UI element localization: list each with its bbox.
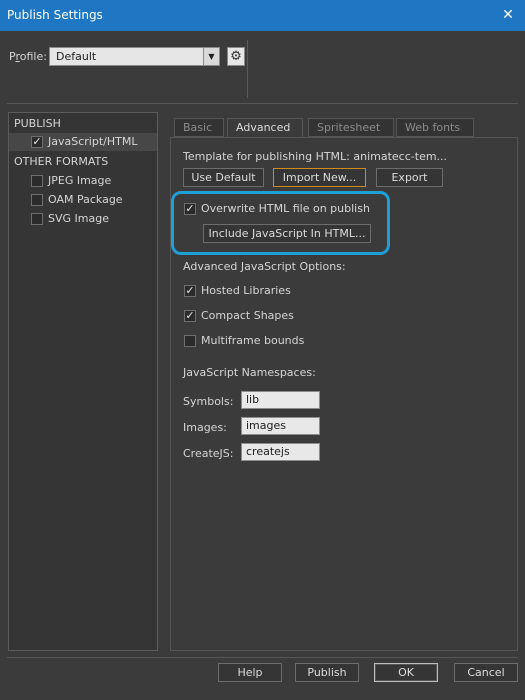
divider [7,103,518,104]
divider [7,657,518,658]
symbols-field[interactable]: lib [241,391,320,409]
format-item-label: JPEG Image [48,174,112,187]
option-label: Compact Shapes [201,309,294,322]
include-javascript-button[interactable]: Include JavaScript In HTML... [203,224,371,243]
hosted-libraries-checkbox[interactable]: ✓ [184,285,196,297]
tab-spritesheet[interactable]: Spritesheet [308,118,394,137]
highlight-ring [171,191,390,255]
multiframe-bounds-checkbox[interactable] [184,335,196,347]
svg-checkbox[interactable] [31,213,43,225]
profile-label: Profile: [9,50,47,63]
window-title: Publish Settings [7,8,103,22]
export-button[interactable]: Export [376,168,443,187]
oam-checkbox[interactable] [31,194,43,206]
profile-select[interactable]: Default ▼ [49,47,220,66]
tab-advanced[interactable]: Advanced [227,118,303,138]
format-item-javascript-html[interactable]: ✓ JavaScript/HTML [9,133,157,151]
createjs-field[interactable]: createjs [241,443,320,461]
divider [247,40,248,98]
publish-button[interactable]: Publish [295,663,359,682]
format-item-label: OAM Package [48,193,123,206]
import-new-button[interactable]: Import New... [273,168,366,187]
createjs-label: CreateJS: [183,447,234,460]
advanced-js-header: Advanced JavaScript Options: [183,260,346,273]
tab-web-fonts[interactable]: Web fonts [396,118,474,137]
jpeg-checkbox[interactable] [31,175,43,187]
profile-value: Default [56,50,97,63]
format-item-jpeg[interactable]: JPEG Image [9,172,157,190]
tab-basic[interactable]: Basic [174,118,224,137]
template-label: Template for publishing HTML: animatecc-… [183,150,448,163]
compact-shapes-checkbox[interactable]: ✓ [184,310,196,322]
namespaces-header: JavaScript Namespaces: [183,366,316,379]
cancel-button[interactable]: Cancel [454,663,518,682]
option-label: Hosted Libraries [201,284,291,297]
images-field[interactable]: images [241,417,320,435]
title-bar: Publish Settings ✕ [0,0,525,31]
chevron-down-icon: ▼ [203,48,219,65]
publish-header: PUBLISH [14,117,61,130]
format-item-svg[interactable]: SVG Image [9,210,157,228]
format-list: PUBLISH ✓ JavaScript/HTML OTHER FORMATS … [8,112,158,651]
images-label: Images: [183,421,227,434]
format-item-label: JavaScript/HTML [48,135,138,148]
overwrite-label: Overwrite HTML file on publish [201,202,370,215]
gear-icon[interactable]: ⚙ [227,47,245,66]
option-label: Multiframe bounds [201,334,305,347]
ok-button[interactable]: OK [374,663,438,682]
symbols-label: Symbols: [183,395,234,408]
help-button[interactable]: Help [218,663,282,682]
other-formats-header: OTHER FORMATS [14,155,109,168]
close-icon[interactable]: ✕ [491,0,525,31]
format-item-label: SVG Image [48,212,109,225]
format-item-oam[interactable]: OAM Package [9,191,157,209]
use-default-button[interactable]: Use Default [183,168,264,187]
overwrite-checkbox[interactable]: ✓ [184,203,196,215]
javascript-html-checkbox[interactable]: ✓ [31,136,43,148]
